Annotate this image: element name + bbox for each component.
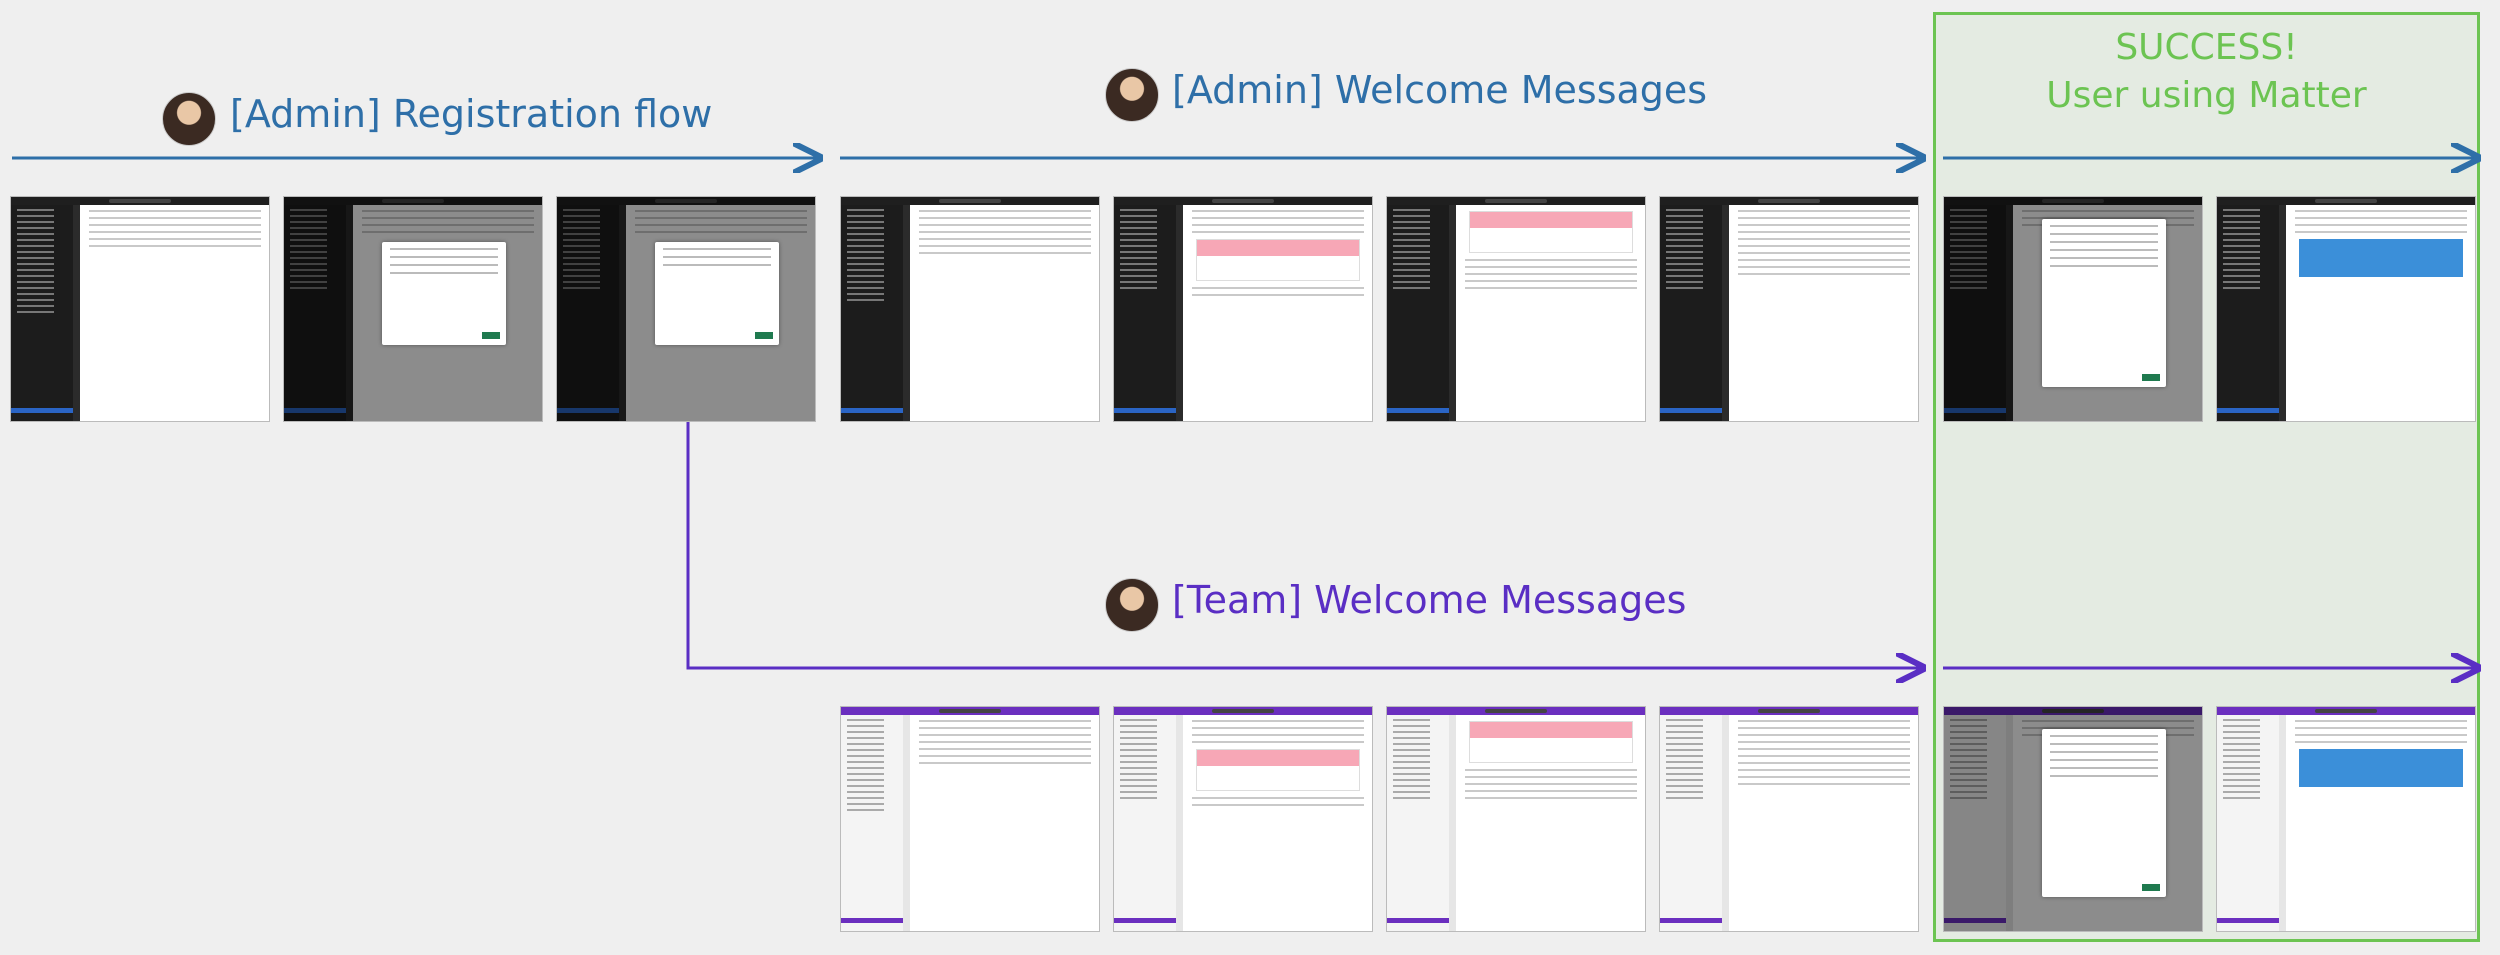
screenshot-admin-success-1: [1943, 196, 2203, 422]
screenshot-team-welcome-1: [840, 706, 1100, 932]
screenshot-registration-3: [556, 196, 816, 422]
team-branch-arrow: [686, 422, 1923, 668]
screenshot-team-welcome-3: [1386, 706, 1646, 932]
screenshot-team-success-1: [1943, 706, 2203, 932]
screenshot-team-welcome-2: [1113, 706, 1373, 932]
screenshot-admin-success-2: [2216, 196, 2476, 422]
screenshot-registration-1: [10, 196, 270, 422]
screenshot-admin-welcome-2: [1113, 196, 1373, 422]
screenshot-team-success-2: [2216, 706, 2476, 932]
screenshot-registration-2: [283, 196, 543, 422]
screenshot-admin-welcome-3: [1386, 196, 1646, 422]
screenshot-admin-welcome-1: [840, 196, 1100, 422]
screenshot-admin-welcome-4: [1659, 196, 1919, 422]
screenshot-team-welcome-4: [1659, 706, 1919, 932]
